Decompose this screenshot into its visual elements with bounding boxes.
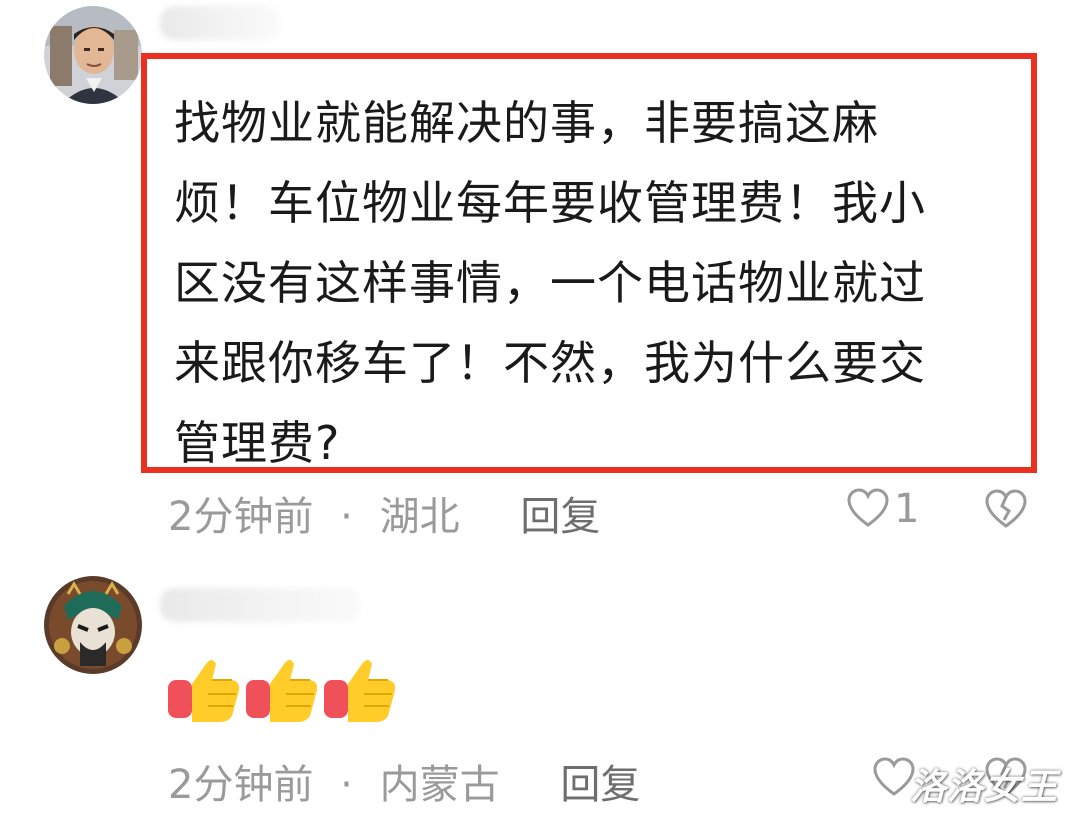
like-button[interactable]: 1 [846,486,919,532]
comment-location: 内蒙古 [379,762,500,808]
comment-text-line: 烦！车位物业每年要收管理费！我小 [174,176,926,230]
thumbs-up-emojis [166,654,400,726]
reply-button[interactable]: 回复 [520,494,600,540]
avatar[interactable] [44,6,142,104]
comment-text-line: 来跟你移车了！不然，我为什么要交 [174,336,926,390]
comment-text-line: 找物业就能解决的事，非要搞这麻 [174,96,879,150]
comment-time: 2分钟前 [168,762,314,808]
meta-separator: · [340,494,353,540]
comment-feed: 找物业就能解决的事，非要搞这麻 烦！车位物业每年要收管理费！我小 区没有这样事情… [0,0,1080,832]
broken-heart-icon[interactable] [984,488,1028,532]
comment-time: 2分钟前 [168,494,314,540]
comment-text-line: 区没有这样事情，一个电话物业就过 [174,256,926,310]
thumbs-up-icon [246,660,318,722]
avatar-image [44,6,142,104]
avatar-image [44,576,142,674]
thumbs-up-icon [168,660,240,722]
watermark: 洛洛女王 [909,767,1058,808]
comment-location: 湖北 [379,494,460,540]
meta-separator: · [340,762,353,808]
heart-outline-icon [847,488,889,527]
username-blurred[interactable] [160,6,280,40]
username-blurred[interactable] [160,588,360,622]
like-count: 1 [894,486,920,532]
thumbs-up-icon [324,660,396,722]
avatar[interactable] [44,576,142,674]
comment-item: 找物业就能解决的事，非要搞这麻 烦！车位物业每年要收管理费！我小 区没有这样事情… [0,0,1080,560]
comment-text-highlight: 找物业就能解决的事，非要搞这麻 烦！车位物业每年要收管理费！我小 区没有这样事情… [141,53,1037,473]
comment-meta: 2分钟前 · 湖北 回复 [168,484,600,542]
reply-button[interactable]: 回复 [560,762,640,808]
comment-meta: 2分钟前 · 内蒙古 回复 [168,752,640,810]
comment-text-line: 管理费? [174,416,341,470]
